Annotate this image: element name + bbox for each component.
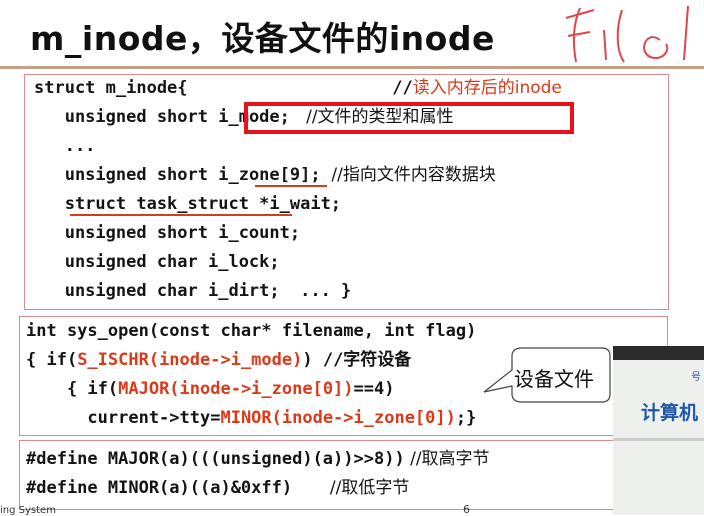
slide-title: m_inode，设备文件的inode	[30, 19, 495, 58]
define-line-2: #define MINOR(a)((a)&0xff) //取低字节	[26, 474, 409, 503]
code-red: MAJOR(inode->i_zone[0])	[118, 379, 354, 399]
code-text: #define MINOR(a)((a)&0xff)	[26, 478, 293, 498]
camera-photo-overlay: 号 计算机	[613, 346, 704, 515]
code-text: unsigned short	[34, 107, 219, 127]
code-comment: //指向文件内容数据块	[320, 165, 496, 185]
code-text: current->tty=	[26, 408, 221, 428]
open-line-3: { if(MAJOR(inode->i_zone[0])==4)	[26, 375, 395, 404]
struct-line-1: struct m_inode{ //读入内存后的inode	[34, 74, 562, 103]
photo-small-text: 号	[691, 372, 701, 383]
wait-underline	[70, 214, 292, 216]
code-red: S_ISCHR(inode->i_mode)	[77, 350, 303, 370]
i-zone-underline	[255, 185, 327, 187]
photo-dark-strip	[613, 346, 704, 360]
code-comment: //取低字节	[292, 478, 410, 498]
page-number: 6	[463, 503, 470, 516]
code-comment: //取高字节	[404, 449, 490, 469]
struct-line-6: unsigned short i_count;	[34, 223, 301, 243]
code-text: struct m_inode{	[34, 78, 188, 98]
code-text: unsigned short	[34, 165, 219, 185]
code-text: #define MAJOR(a)(((unsigned)(a))>>8))	[26, 449, 405, 469]
code-text: { if(	[26, 379, 119, 399]
struct-line-7: unsigned char i_lock;	[34, 252, 280, 272]
struct-line-3: ...	[34, 136, 96, 156]
code-text: ==4)	[353, 379, 395, 399]
callout-text: 设备文件	[514, 367, 594, 391]
comment-red: 读入内存后的inode	[412, 78, 562, 98]
open-line-4: current->tty=MINOR(inode->i_zone[0]);}	[26, 404, 476, 433]
define-line-1: #define MAJOR(a)(((unsigned)(a))>>8)) //…	[26, 445, 490, 474]
struct-line-8: unsigned char i_dirt; ... }	[34, 281, 352, 301]
open-line-2: { if(S_ISCHR(inode->i_mode)) //字符设备	[26, 346, 411, 375]
handwritten-scribble	[565, 5, 689, 63]
code-text: ;}	[455, 408, 477, 428]
i-mode-highlight-box	[244, 102, 574, 134]
open-line-1: int sys_open(const char* filename, int f…	[26, 321, 477, 341]
code-field: i_zone[9];	[218, 165, 321, 185]
code-text: ) //字符设备	[302, 350, 412, 370]
title-divider	[0, 66, 704, 69]
code-red: MINOR(inode->i_zone[0])	[220, 408, 456, 428]
photo-text: 计算机	[641, 402, 699, 424]
footer-course-name: ing System	[0, 505, 56, 516]
code-text: { if(	[26, 350, 78, 370]
comment-prefix: //	[392, 78, 413, 98]
photo-divider	[613, 438, 704, 441]
